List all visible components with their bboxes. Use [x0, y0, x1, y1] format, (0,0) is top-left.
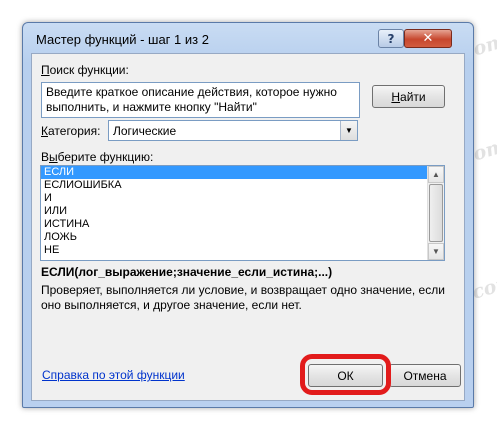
- find-button[interactable]: Найти: [372, 85, 445, 108]
- cancel-button[interactable]: Отмена: [389, 364, 461, 387]
- category-label: Категория:: [41, 124, 101, 138]
- search-input[interactable]: Введите краткое описание действия, котор…: [41, 82, 360, 118]
- list-scrollbar[interactable]: ▲ ▼: [427, 166, 444, 260]
- list-item[interactable]: НЕ: [41, 244, 444, 257]
- question-mark-icon: ?: [387, 31, 395, 46]
- close-icon: ✕: [422, 31, 434, 46]
- category-selected-value: Логические: [113, 124, 177, 138]
- functions-label: Выберите функцию:: [41, 150, 154, 164]
- category-select[interactable]: Логические ▼: [108, 120, 358, 141]
- list-item[interactable]: ИСТИНА: [41, 218, 444, 231]
- function-list[interactable]: ЕСЛИ ЕСЛИОШИБКА И ИЛИ ИСТИНА ЛОЖЬ НЕ ▲ ▼: [40, 165, 445, 261]
- help-button[interactable]: ?: [378, 29, 404, 48]
- list-item[interactable]: ЕСЛИ: [41, 166, 444, 179]
- title-bar[interactable]: Мастер функций - шаг 1 из 2 ? ✕: [23, 23, 473, 53]
- scroll-down-icon[interactable]: ▼: [428, 243, 444, 260]
- list-item[interactable]: ЕСЛИОШИБКА: [41, 179, 444, 192]
- search-label: Поиск функции:: [41, 63, 129, 77]
- list-item[interactable]: ЛОЖЬ: [41, 231, 444, 244]
- list-item[interactable]: ИЛИ: [41, 205, 444, 218]
- function-wizard-dialog: Мастер функций - шаг 1 из 2 ? ✕ Поиск фу…: [22, 22, 474, 408]
- list-item[interactable]: И: [41, 192, 444, 205]
- function-syntax: ЕСЛИ(лог_выражение;значение_если_истина;…: [41, 265, 333, 279]
- function-description: Проверяет, выполняется ли условие, и воз…: [41, 283, 445, 312]
- dropdown-arrow-icon[interactable]: ▼: [340, 121, 357, 140]
- scroll-thumb[interactable]: [429, 184, 443, 242]
- function-help-link[interactable]: Справка по этой функции: [42, 368, 185, 382]
- scroll-up-icon[interactable]: ▲: [428, 166, 444, 183]
- dialog-title: Мастер функций - шаг 1 из 2: [36, 32, 209, 47]
- ok-highlight-annotation: [300, 354, 391, 395]
- close-button[interactable]: ✕: [404, 29, 452, 48]
- dialog-body: Поиск функции: Введите краткое описание …: [31, 53, 465, 401]
